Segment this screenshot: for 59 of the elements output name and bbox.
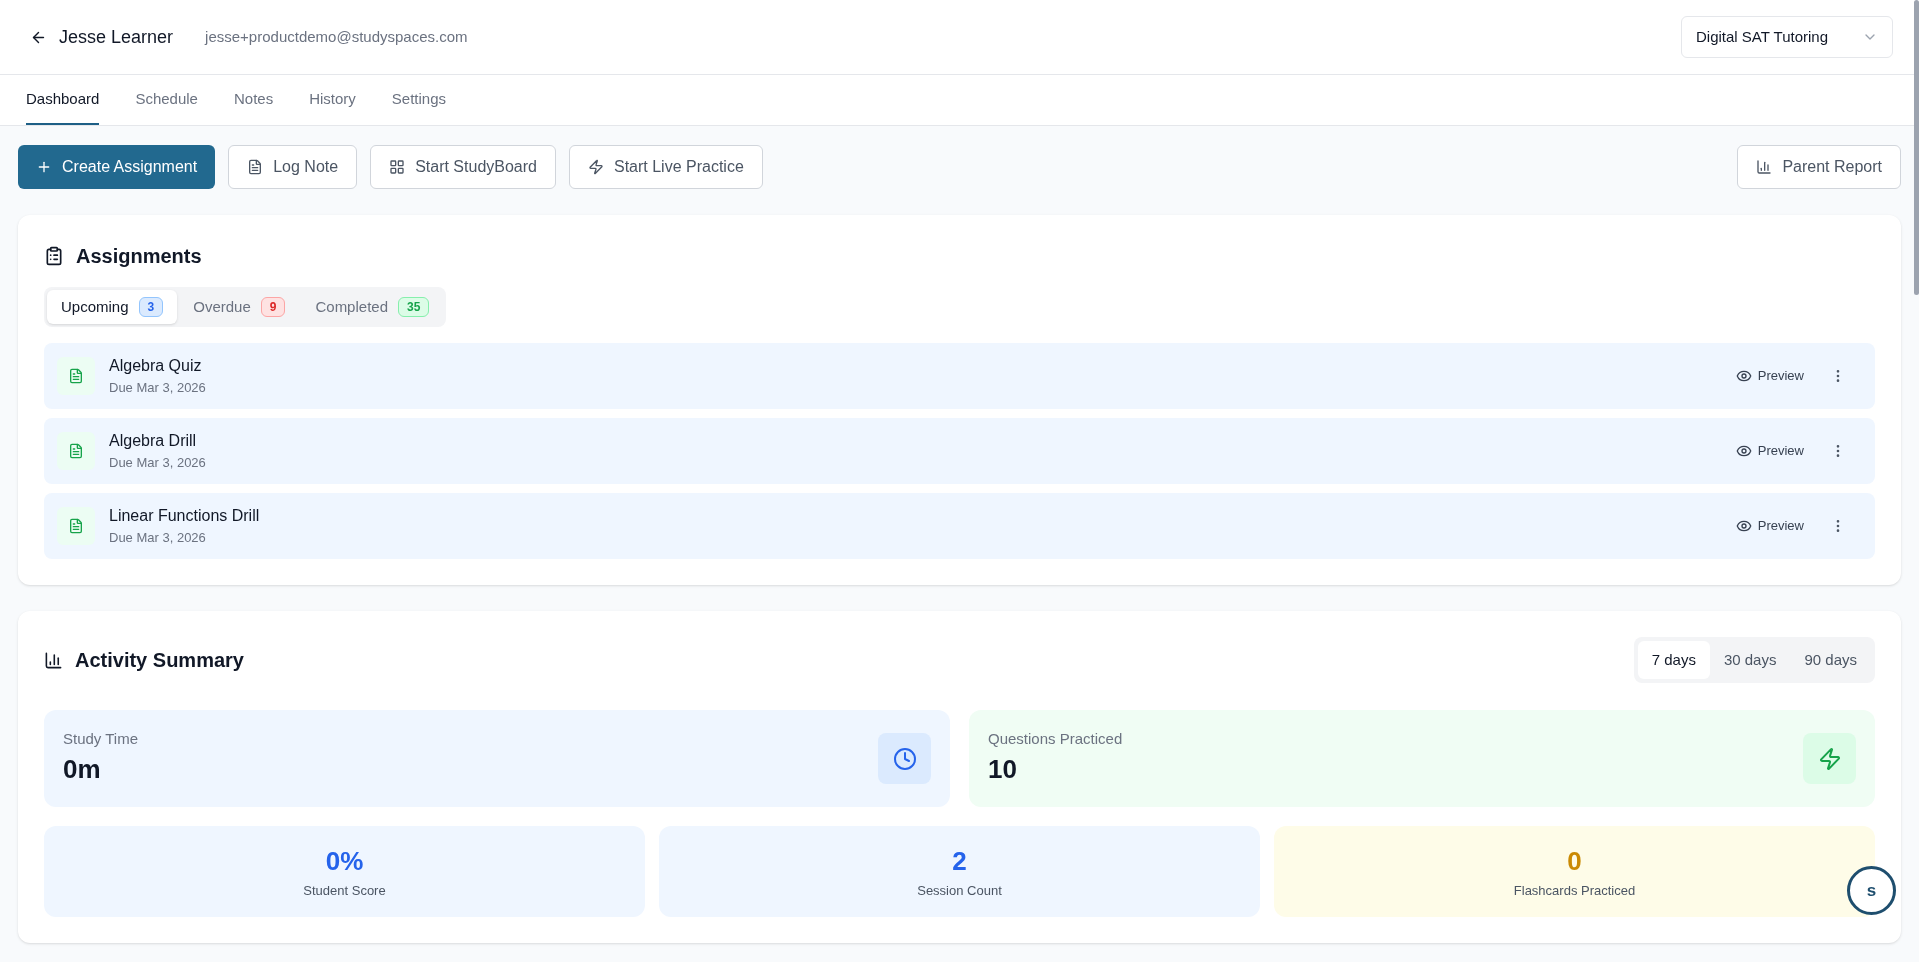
section-title: Assignments <box>76 244 202 269</box>
filter-tab[interactable]: Overdue 9 <box>179 290 300 324</box>
lightning-icon <box>587 159 604 175</box>
assignment-title: Linear Functions Drill <box>109 506 260 527</box>
stat-value: 10 <box>988 753 1018 787</box>
stat-label: Questions Practiced <box>988 728 1124 749</box>
count-badge: 3 <box>138 297 164 317</box>
metric-value: 0 <box>1567 845 1582 879</box>
section-title: Activity Summary <box>75 648 244 673</box>
metric-label: Session Count <box>917 882 1002 901</box>
assignment-row[interactable]: Linear Functions Drill Due Mar 3, 2026 Preview <box>44 493 1875 559</box>
assignment-title: Algebra Quiz <box>109 356 203 377</box>
student-name: Jesse Learner <box>59 25 174 49</box>
document-icon <box>247 159 264 175</box>
range-tab[interactable]: 7 days <box>1637 641 1710 679</box>
parent-report-button[interactable]: Parent Report <box>1737 145 1901 189</box>
assignment-row[interactable]: Algebra Quiz Due Mar 3, 2026 Preview <box>44 343 1875 409</box>
bar-chart-icon <box>44 650 63 670</box>
program-select[interactable]: Digital SAT Tutoring <box>1681 16 1893 58</box>
bar-chart-icon <box>1756 159 1773 175</box>
due-date: Due Mar 3, 2026 <box>109 454 206 473</box>
grid-icon <box>389 159 406 175</box>
document-icon <box>57 507 95 545</box>
metric-value: 2 <box>952 845 967 879</box>
count-badge: 35 <box>398 297 430 317</box>
due-date: Due Mar 3, 2026 <box>109 529 207 548</box>
preview-button[interactable]: Preview <box>1735 366 1804 386</box>
plus-icon <box>36 159 52 175</box>
filter-tab[interactable]: Upcoming 3 <box>47 290 178 324</box>
nav-tab[interactable]: History <box>309 75 356 125</box>
document-icon <box>57 357 95 395</box>
eye-icon <box>1735 518 1752 534</box>
action-button[interactable]: Start Live Practice <box>568 145 763 189</box>
due-date: Due Mar 3, 2026 <box>109 379 206 398</box>
assignment-row[interactable]: Algebra Drill Due Mar 3, 2026 Preview <box>44 418 1875 484</box>
clipboard-icon <box>44 246 64 266</box>
eye-icon <box>1735 443 1752 459</box>
filter-tab[interactable]: Completed 35 <box>301 290 444 324</box>
nav-tab[interactable]: Notes <box>233 75 274 125</box>
stat-label: Study Time <box>63 728 140 749</box>
action-button[interactable]: Start StudyBoard <box>370 145 556 189</box>
eye-icon <box>1735 368 1752 384</box>
action-button[interactable]: Create Assignment <box>18 145 216 189</box>
stat-value: 0m <box>63 753 102 787</box>
preview-button[interactable]: Preview <box>1735 441 1804 461</box>
count-badge: 9 <box>260 297 286 317</box>
nav-tab[interactable]: Dashboard <box>26 75 100 125</box>
metric-label: Student Score <box>303 882 386 901</box>
student-email: jesse+productdemo@studyspaces.com <box>205 26 468 47</box>
metric-label: Flashcards Practiced <box>1513 882 1636 901</box>
metric-value: 0% <box>325 845 364 879</box>
nav-tab[interactable]: Settings <box>391 75 446 125</box>
range-tab[interactable]: 90 days <box>1790 641 1871 679</box>
nav-tab[interactable]: Schedule <box>135 75 198 125</box>
document-icon <box>57 432 95 470</box>
range-tab[interactable]: 30 days <box>1709 641 1791 679</box>
assignment-title: Algebra Drill <box>109 431 198 452</box>
action-button[interactable]: Log Note <box>228 145 358 189</box>
preview-button[interactable]: Preview <box>1735 516 1804 536</box>
